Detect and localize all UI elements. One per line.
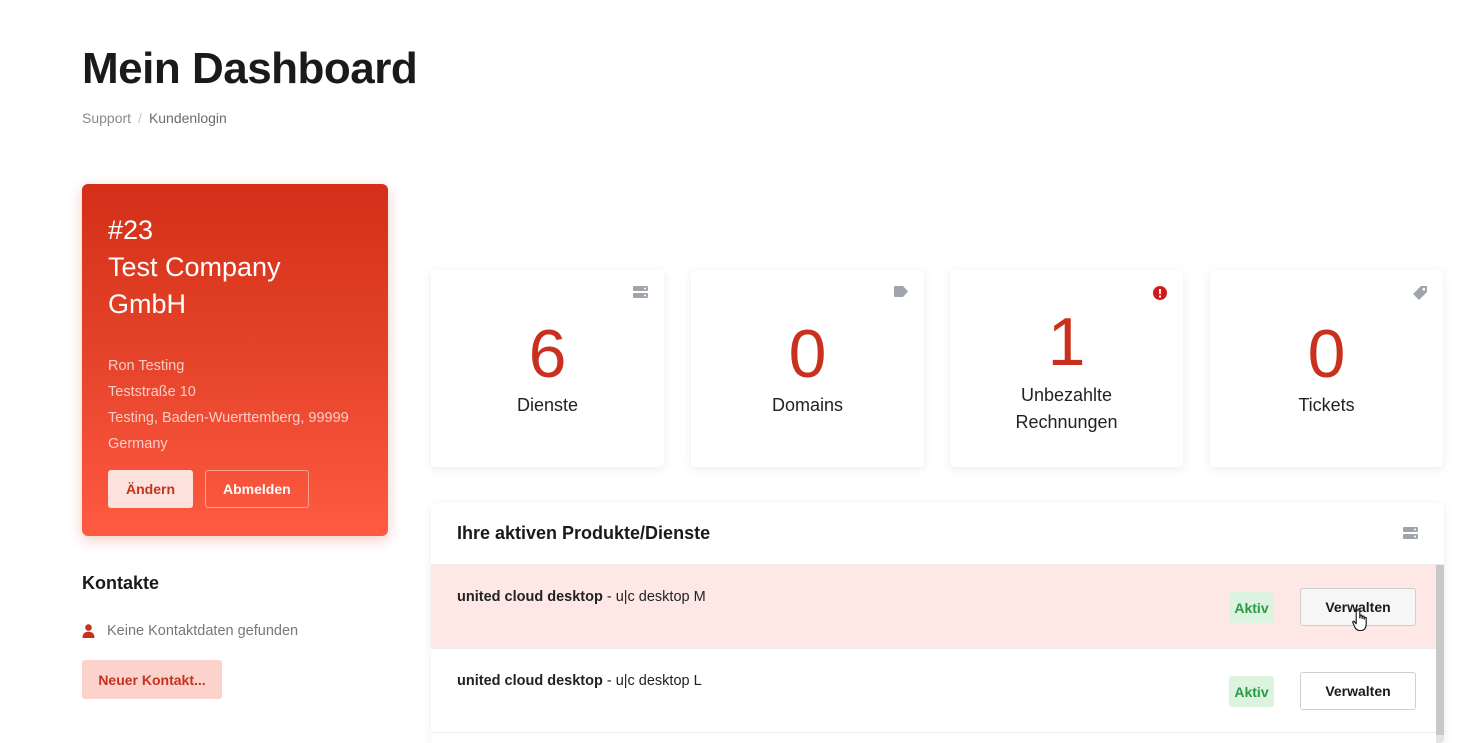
client-country: Germany xyxy=(108,436,168,452)
manage-button[interactable]: Verwalten xyxy=(1300,672,1416,710)
product-variant: - u|c desktop M xyxy=(602,589,706,605)
tag-icon xyxy=(894,286,908,297)
server-icon xyxy=(1403,527,1418,539)
stat-value: 1 xyxy=(1047,304,1086,380)
product-name: united cloud desktop - u|c desktop M xyxy=(457,589,706,605)
stat-tile-unpaid-invoices[interactable]: 1 Unbezahlte Rechnungen xyxy=(950,270,1183,467)
logout-button[interactable]: Abmelden xyxy=(205,470,309,508)
page-title: Mein Dashboard xyxy=(82,44,418,93)
user-icon xyxy=(82,624,95,638)
product-row[interactable]: united cloud desktop - u|c desktop M Akt… xyxy=(431,565,1436,649)
product-row[interactable]: united cloud desktop - u|c desktop L Akt… xyxy=(431,649,1436,733)
ticket-tag-icon xyxy=(1413,286,1427,300)
contacts-empty-text: Keine Kontaktdaten gefunden xyxy=(107,623,299,639)
stat-label: Dienste xyxy=(516,395,579,415)
stat-tile-services[interactable]: 6 Dienste xyxy=(431,270,664,467)
products-title: Ihre aktiven Produkte/Dienste xyxy=(457,523,711,543)
status-badge: Aktiv xyxy=(1229,676,1274,707)
stat-label: Tickets xyxy=(1298,395,1355,415)
client-address: Ron Testing Teststraße 10 Testing, Baden… xyxy=(108,353,362,457)
stat-value: 0 xyxy=(788,316,827,392)
client-city: Testing, Baden-Wuerttemberg, 99999 xyxy=(108,410,349,426)
hand-pointer-icon xyxy=(1352,608,1367,632)
product-title: united cloud desktop xyxy=(457,589,603,605)
stat-value: 0 xyxy=(1307,316,1346,392)
scrollbar-thumb[interactable] xyxy=(1436,565,1444,735)
client-number: #23 xyxy=(108,215,154,245)
client-company-name: Test Company GmbH xyxy=(108,252,281,319)
breadcrumb-separator: / xyxy=(138,110,142,126)
server-icon xyxy=(633,286,648,298)
breadcrumb-support-link[interactable]: Support xyxy=(82,110,131,126)
client-card: #23 Test Company GmbH Ron Testing Testst… xyxy=(82,184,388,536)
products-scrollbar[interactable] xyxy=(1436,565,1444,743)
alert-circle-icon xyxy=(1153,286,1167,300)
stat-label: Domains xyxy=(771,395,844,415)
active-products-panel: Ihre aktiven Produkte/Dienste united clo… xyxy=(431,503,1444,743)
client-contact-name: Ron Testing xyxy=(108,358,185,374)
products-header: Ihre aktiven Produkte/Dienste xyxy=(431,503,1444,565)
stat-tile-domains[interactable]: 0 Domains xyxy=(691,270,924,467)
new-contact-button[interactable]: Neuer Kontakt... xyxy=(82,660,222,699)
client-street: Teststraße 10 xyxy=(108,384,196,400)
product-title: united cloud desktop xyxy=(457,673,603,689)
product-name: united cloud desktop - u|c desktop L xyxy=(457,673,702,689)
product-variant: - u|c desktop L xyxy=(602,673,702,689)
breadcrumb: Support / Kundenlogin xyxy=(82,110,227,126)
contacts-empty-message: Keine Kontaktdaten gefunden xyxy=(82,623,298,639)
status-badge: Aktiv xyxy=(1229,592,1274,623)
stat-tile-tickets[interactable]: 0 Tickets xyxy=(1210,270,1443,467)
stat-value: 6 xyxy=(528,316,567,392)
client-actions: Ändern Abmelden xyxy=(108,470,309,508)
breadcrumb-current: Kundenlogin xyxy=(148,110,227,126)
edit-client-button[interactable]: Ändern xyxy=(108,470,193,508)
stat-label: Unbezahlte Rechnungen xyxy=(1015,385,1118,432)
contacts-title: Kontakte xyxy=(82,573,160,593)
